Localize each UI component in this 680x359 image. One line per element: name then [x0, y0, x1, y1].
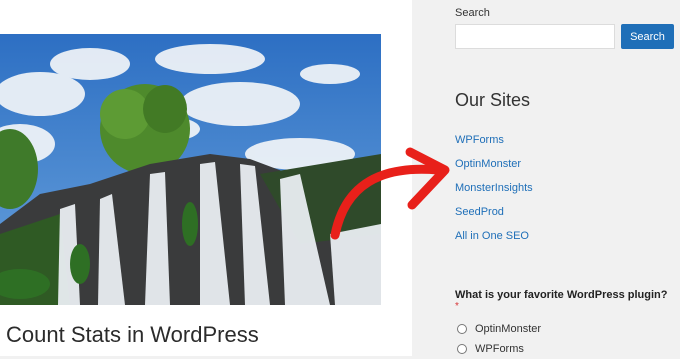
list-item: WPForms — [455, 132, 533, 156]
search-label: Search — [455, 7, 490, 19]
list-item: SeedProd — [455, 204, 533, 228]
radio-button[interactable] — [457, 344, 467, 354]
site-link-all-in-one-seo[interactable]: All in One SEO — [455, 230, 529, 242]
poll-option-label: WPForms — [475, 343, 524, 355]
site-link-wpforms[interactable]: WPForms — [455, 134, 504, 146]
radio-button[interactable] — [457, 324, 467, 334]
post-title: Count Stats in WordPress — [6, 322, 259, 347]
poll-option[interactable]: OptinMonster — [457, 319, 541, 339]
list-item: OptinMonster — [455, 156, 533, 180]
poll-options: OptinMonster WPForms — [457, 319, 541, 359]
search-input[interactable] — [455, 24, 615, 49]
site-link-monsterinsights[interactable]: MonsterInsights — [455, 182, 533, 194]
list-item: All in One SEO — [455, 228, 533, 252]
site-link-seedprod[interactable]: SeedProd — [455, 206, 504, 218]
poll-question: What is your favorite WordPress plugin? — [455, 289, 668, 301]
our-sites-heading: Our Sites — [455, 90, 531, 110]
search-button[interactable]: Search — [621, 24, 674, 49]
poll-option[interactable]: WPForms — [457, 339, 541, 359]
list-item: MonsterInsights — [455, 180, 533, 204]
red-arrow-annotation — [330, 147, 450, 240]
site-link-optinmonster[interactable]: OptinMonster — [455, 158, 521, 170]
poll-option-label: OptinMonster — [475, 323, 542, 335]
required-marker: * — [455, 301, 459, 312]
our-sites-list: WPForms OptinMonster MonsterInsights See… — [455, 132, 533, 252]
